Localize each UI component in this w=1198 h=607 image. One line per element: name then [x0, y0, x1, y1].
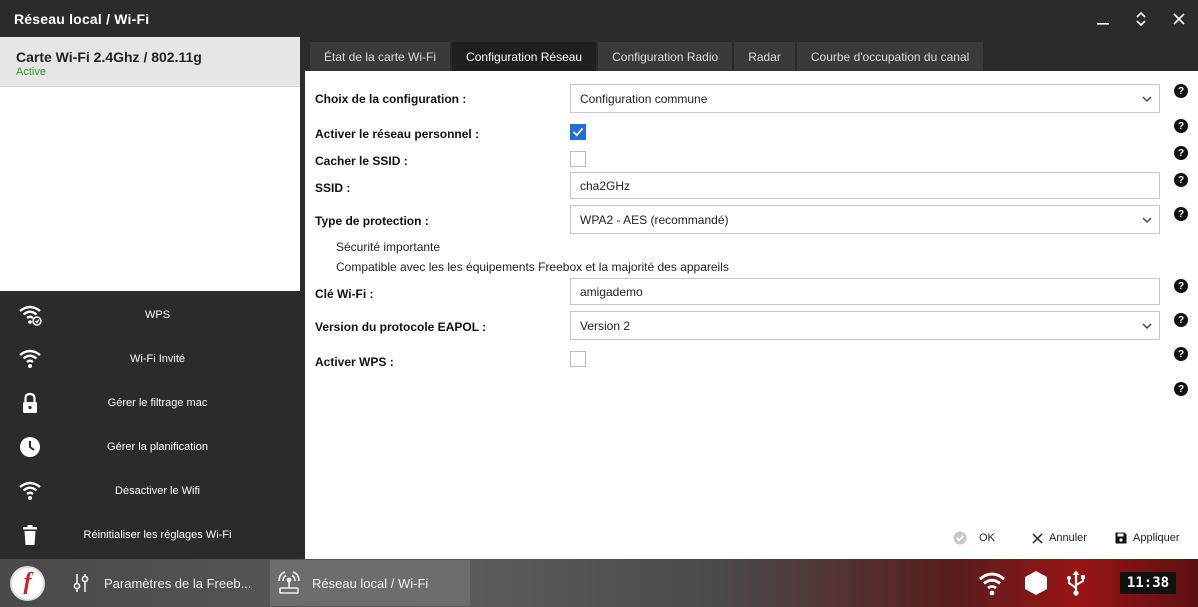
tray-hexagon-button[interactable]: [1022, 569, 1050, 602]
sidebar-item-mac-filter[interactable]: Gérer le filtrage mac: [0, 381, 305, 425]
tab-bar: État de la carte Wi-Fi Configuration Rés…: [305, 37, 1198, 71]
clock-icon: [18, 436, 42, 458]
hexagon-icon: [1025, 571, 1047, 595]
tab-channel-occupancy[interactable]: Courbe d'occupation du canal: [796, 42, 984, 71]
ssid-label: SSID :: [315, 181, 351, 195]
help-icon[interactable]: ?: [1174, 207, 1188, 221]
chevron-down-icon: [1142, 323, 1152, 329]
wifi-key-input[interactable]: [570, 278, 1160, 305]
wifi-icon: [18, 348, 42, 370]
wps-icon: [18, 304, 42, 326]
sidebar-menu: WPS Wi-Fi Invité Gérer le filtrage mac G…: [0, 293, 305, 557]
wps-label: Activer WPS :: [315, 355, 394, 369]
wifi-card-name: Carte Wi-Fi 2.4Ghz / 802.11g: [16, 49, 202, 65]
title-bar: Réseau local / Wi-Fi: [0, 0, 1198, 37]
protection-value: WPA2 - AES (recommandé): [580, 212, 729, 227]
tab-card-status[interactable]: État de la carte Wi-Fi: [310, 42, 451, 71]
help-icon[interactable]: ?: [1174, 279, 1188, 293]
task-label: Paramètres de la Freeb...: [104, 575, 252, 591]
wifi-key-label: Clé Wi-Fi :: [315, 287, 374, 301]
window-title: Réseau local / Wi-Fi: [14, 10, 150, 27]
freebox-logo-button[interactable]: f: [10, 566, 45, 601]
trash-icon: [18, 524, 42, 546]
chevron-down-icon: [1142, 96, 1152, 102]
checkmark-icon: [572, 127, 584, 137]
sidebar-item-label: Gérer la planification: [107, 441, 208, 453]
protection-note-security: Sécurité importante: [336, 240, 441, 254]
help-icon[interactable]: ?: [1174, 313, 1188, 327]
ok-button[interactable]: OK: [953, 528, 995, 548]
help-icon[interactable]: ?: [1174, 119, 1188, 133]
close-button[interactable]: [1160, 0, 1198, 37]
eapol-value: Version 2: [580, 318, 631, 333]
protection-note-compatibility: Compatible avec les les équipements Free…: [336, 260, 729, 274]
settings-sliders-icon: [66, 568, 96, 598]
clock: 11:38: [1120, 572, 1176, 594]
protection-select[interactable]: WPA2 - AES (recommandé): [570, 205, 1160, 234]
task-local-network-wifi[interactable]: Réseau local / Wi-Fi: [270, 560, 470, 606]
tray-wifi-button[interactable]: [978, 569, 1006, 602]
sidebar: Carte Wi-Fi 2.4Ghz / 802.11g Active WPS …: [0, 37, 305, 559]
tab-radio-config[interactable]: Configuration Radio: [598, 42, 733, 71]
close-icon: [1173, 12, 1185, 25]
task-freebox-settings[interactable]: Paramètres de la Freeb...: [66, 560, 266, 606]
hide-ssid-label: Cacher le SSID :: [315, 154, 408, 168]
config-choice-select[interactable]: Configuration commune: [570, 84, 1160, 113]
wifi-card-status: Active: [16, 66, 46, 78]
taskbar: f Paramètres de la Freeb... Réseau local…: [0, 559, 1198, 607]
freebox-logo-icon: f: [23, 569, 32, 595]
sidebar-item-guest-wifi[interactable]: Wi-Fi Invité: [0, 337, 305, 381]
sidebar-item-disable-wifi[interactable]: Désactiver le Wifi: [0, 469, 305, 513]
apply-label: Appliquer: [1133, 532, 1180, 544]
wifi-router-icon: [274, 568, 304, 598]
close-icon: [1032, 532, 1043, 544]
personal-network-checkbox[interactable]: [570, 124, 586, 140]
config-choice-value: Configuration commune: [580, 91, 708, 106]
minimize-icon: [1097, 22, 1109, 25]
wifi-card-item[interactable]: Carte Wi-Fi 2.4Ghz / 802.11g Active: [0, 37, 300, 87]
ok-label: OK: [979, 532, 995, 544]
sidebar-item-label: Réinitialiser les réglages Wi-Fi: [83, 529, 232, 541]
wifi-card-list: Carte Wi-Fi 2.4Ghz / 802.11g Active: [0, 37, 300, 291]
help-icon[interactable]: ?: [1174, 84, 1188, 98]
eapol-label: Version du protocole EAPOL :: [315, 320, 487, 334]
maximize-button[interactable]: [1122, 0, 1160, 37]
ssid-input[interactable]: [570, 172, 1160, 199]
sidebar-item-wps[interactable]: WPS: [0, 293, 305, 337]
save-icon: [1115, 532, 1127, 544]
cancel-label: Annuler: [1049, 532, 1087, 544]
wifi-icon: [18, 480, 42, 502]
help-icon[interactable]: ?: [1174, 382, 1188, 396]
sidebar-item-reset-wifi[interactable]: Réinitialiser les réglages Wi-Fi: [0, 513, 305, 557]
wifi-icon: [979, 572, 1005, 596]
usb-icon: [1067, 570, 1085, 596]
task-label: Réseau local / Wi-Fi: [312, 575, 429, 591]
hide-ssid-checkbox[interactable]: [570, 151, 586, 167]
personal-network-label: Activer le réseau personnel :: [315, 127, 480, 141]
sidebar-item-label: Wi-Fi Invité: [130, 353, 185, 365]
chevron-down-icon: [1142, 217, 1152, 223]
sidebar-item-label: Gérer le filtrage mac: [107, 397, 208, 409]
wps-checkbox[interactable]: [570, 351, 586, 367]
tab-radar[interactable]: Radar: [734, 42, 795, 71]
eapol-select[interactable]: Version 2: [570, 311, 1160, 340]
tab-network-config[interactable]: Configuration Réseau: [452, 42, 597, 71]
help-icon[interactable]: ?: [1174, 173, 1188, 187]
lock-icon: [18, 392, 42, 414]
check-circle-icon: [953, 531, 967, 545]
sidebar-item-label: WPS: [144, 309, 171, 321]
config-choice-label: Choix de la configuration :: [315, 92, 467, 106]
expand-icon: [1136, 11, 1146, 26]
main-panel: État de la carte Wi-Fi Configuration Rés…: [305, 37, 1198, 559]
help-icon[interactable]: ?: [1174, 347, 1188, 361]
window-controls: [1084, 0, 1198, 37]
cancel-button[interactable]: Annuler: [1032, 528, 1087, 548]
help-icon[interactable]: ?: [1174, 146, 1188, 160]
protection-label: Type de protection :: [315, 214, 429, 228]
tray-usb-button[interactable]: [1064, 569, 1088, 602]
sidebar-item-label: Désactiver le Wifi: [115, 485, 200, 497]
apply-button[interactable]: Appliquer: [1115, 528, 1179, 548]
sidebar-item-schedule[interactable]: Gérer la planification: [0, 425, 305, 469]
minimize-button[interactable]: [1084, 0, 1122, 37]
